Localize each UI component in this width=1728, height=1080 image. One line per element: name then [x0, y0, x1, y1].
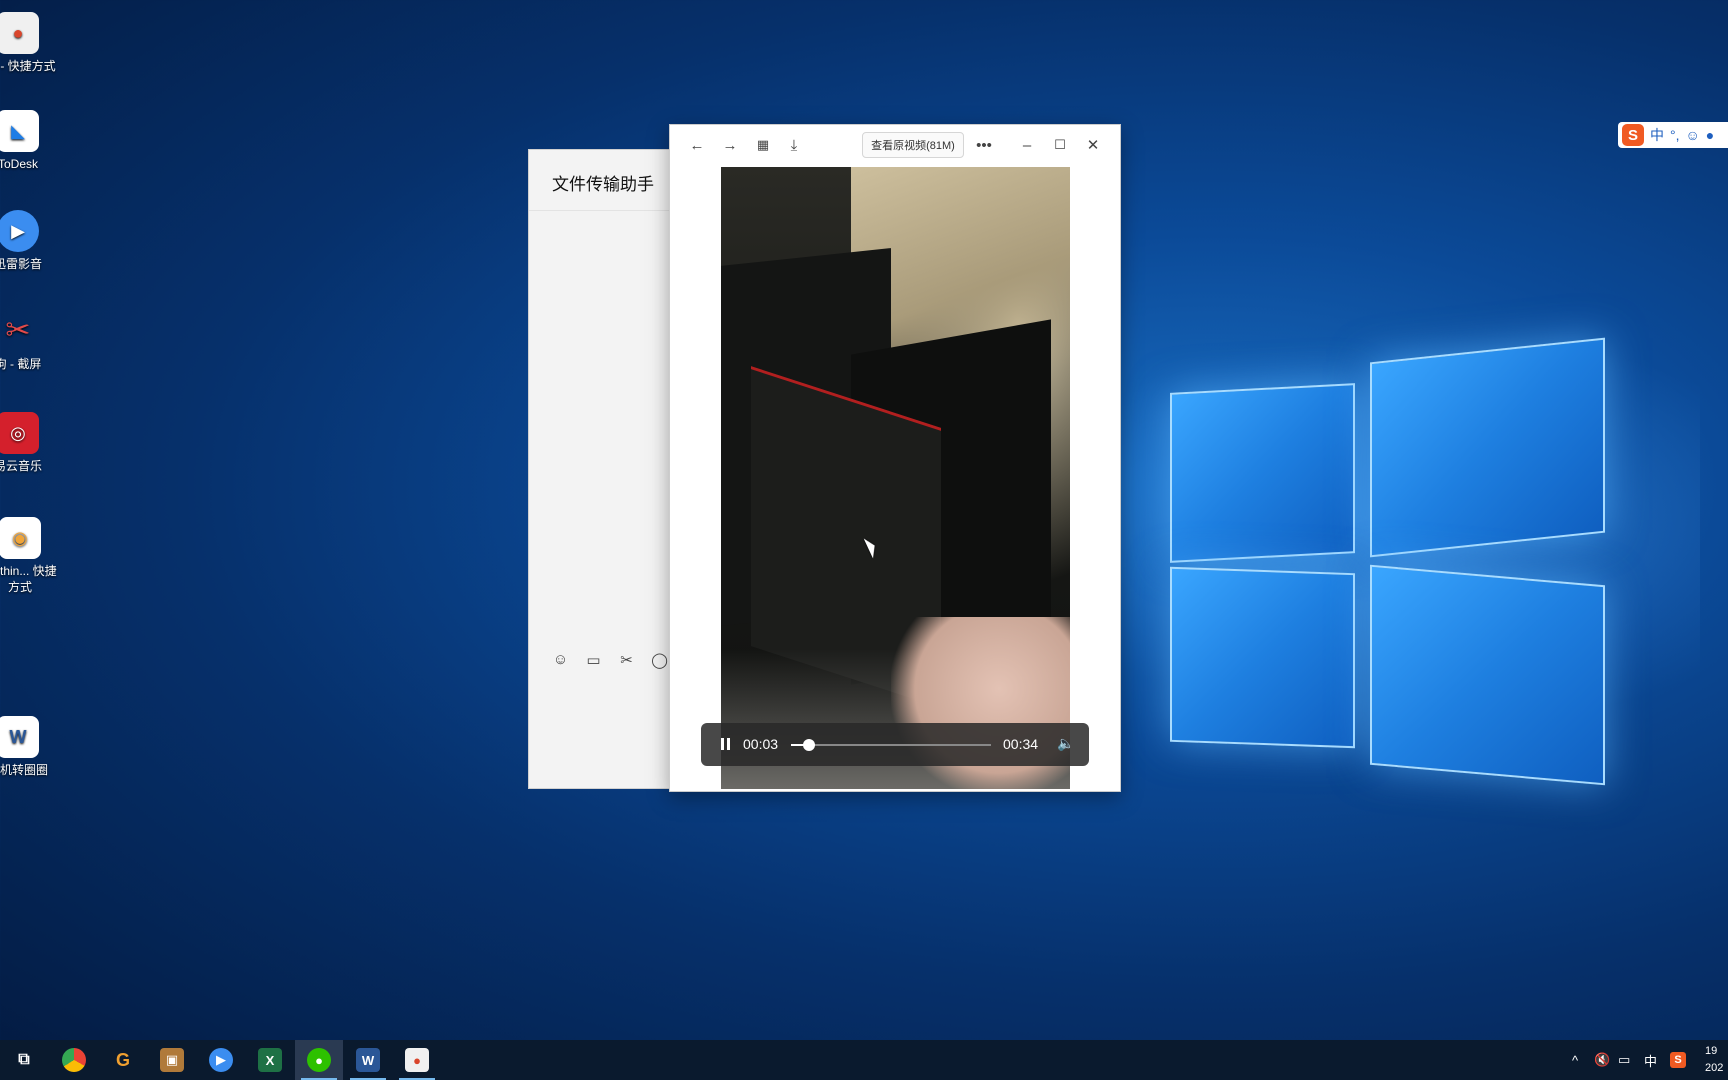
duration: 00:34 — [1003, 736, 1039, 752]
desktop-icon-label: am - 快捷方式 — [0, 59, 56, 73]
smiley-icon[interactable]: ☺ — [1686, 127, 1700, 143]
g-app-icon: G — [115, 1049, 130, 1070]
taskbar-xunlei[interactable]: ▶ — [197, 1040, 245, 1080]
more-icon[interactable]: ••• — [973, 135, 995, 155]
maximize-icon[interactable]: ☐ — [1049, 135, 1071, 155]
desktop-icon-label: 迅雷影音 — [0, 257, 42, 271]
close-icon[interactable]: ✕ — [1082, 135, 1104, 155]
back-arrow-icon[interactable]: ← — [686, 135, 708, 155]
ime-punct[interactable]: °, — [1670, 127, 1680, 143]
progress-knob[interactable] — [802, 739, 815, 751]
desktop-icon-xunlei-player[interactable]: ▶ 迅雷影音 — [0, 210, 58, 272]
chat-bubble-icon[interactable]: ◯ — [650, 650, 669, 669]
desktop-icon-label: 开机转圈圈 — [0, 763, 48, 777]
word-document-icon: W — [0, 716, 39, 758]
windows-logo — [1150, 330, 1630, 790]
grid-icon[interactable]: ▦ — [752, 135, 774, 155]
chat-window: 文件传输助手 ☺ ▭ ✂ ◯ — [528, 149, 673, 789]
excel-icon: X — [258, 1048, 282, 1072]
tray-lang[interactable]: 中 — [1644, 1040, 1657, 1080]
taskbar-chrome[interactable] — [50, 1040, 98, 1080]
task-view-button[interactable]: ⧉ — [0, 1040, 48, 1080]
desktop-icon-word-doc[interactable]: W 开机转圈圈 — [0, 716, 58, 778]
app-shortcut-icon: ● — [0, 12, 39, 54]
camtasia-icon: ● — [405, 1048, 429, 1072]
video-frame[interactable] — [721, 167, 1070, 789]
mic-icon[interactable]: ● — [1706, 127, 1714, 143]
chat-divider — [529, 210, 672, 211]
desktop-icon-label: erythin... 快捷方式 — [0, 564, 57, 594]
scissors-icon: ✂ — [5, 314, 31, 347]
task-view-icon: ⧉ — [18, 1051, 30, 1068]
mute-icon[interactable]: 🔇 — [1594, 1040, 1610, 1080]
chat-title: 文件传输助手 — [552, 175, 654, 194]
desktop-icon-netease-music[interactable]: ◎ 易云音乐 — [0, 412, 58, 474]
scissors-icon[interactable]: ✂ — [617, 650, 636, 669]
sogou-tray-icon[interactable]: S — [1670, 1040, 1686, 1080]
current-time: 00:03 — [743, 736, 779, 752]
view-original-video-button[interactable]: 查看原视频(81M) — [862, 132, 964, 158]
video-controls: 00:03 00:34 🔈 — [701, 723, 1089, 766]
word-icon: W — [356, 1048, 380, 1072]
minimize-icon[interactable]: – — [1016, 135, 1038, 155]
chat-toolbar: ☺ ▭ ✂ ◯ — [551, 650, 669, 669]
download-icon[interactable]: ⤓ — [783, 135, 805, 155]
forward-arrow-icon[interactable]: → — [719, 135, 741, 155]
todesk-icon: ◣ — [0, 110, 39, 152]
clock[interactable]: 19 202 — [1705, 1043, 1723, 1077]
clock-time: 19 — [1705, 1045, 1718, 1057]
netease-music-icon: ◎ — [0, 412, 39, 454]
taskbar-word[interactable]: W — [344, 1040, 392, 1080]
ime-mode[interactable]: 中 — [1650, 125, 1664, 145]
network-icon[interactable]: ▭ — [1618, 1040, 1630, 1080]
taskbar-package[interactable]: ▣ — [148, 1040, 196, 1080]
pause-icon[interactable] — [721, 738, 731, 750]
desktop-icon-label: 狗 - 截屏 — [0, 357, 42, 371]
taskbar-wechat[interactable]: ● — [295, 1040, 343, 1080]
desktop-icon-todesk[interactable]: ◣ ToDesk — [0, 110, 58, 172]
viewer-toolbar: ← → ▦ ⤓ 查看原视频(81M) ••• – ☐ ✕ — [670, 125, 1120, 165]
folder-icon[interactable]: ▭ — [584, 650, 603, 669]
progress-track[interactable] — [791, 739, 991, 751]
clock-date: 202 — [1705, 1062, 1724, 1074]
desktop-icon-label: 易云音乐 — [0, 459, 42, 473]
taskbar: ⧉ G ▣ ▶ X ● W ● ^ 🔇 ▭ 中 S 19 202 — [0, 1040, 1728, 1080]
emoji-icon[interactable]: ☺ — [551, 650, 570, 669]
sogou-icon: S — [1622, 124, 1644, 146]
taskbar-camtasia[interactable]: ● — [393, 1040, 441, 1080]
desktop-icon-screenshot[interactable]: ✂ 狗 - 截屏 — [0, 310, 58, 372]
chrome-icon — [62, 1048, 86, 1072]
everything-icon: ◉ — [0, 517, 41, 559]
volume-icon[interactable]: 🔈 — [1057, 735, 1075, 753]
chevron-up-icon[interactable]: ^ — [1572, 1040, 1578, 1080]
ime-toolbar[interactable]: S 中 °, ☺ ● — [1618, 122, 1728, 148]
package-icon: ▣ — [160, 1048, 184, 1072]
wechat-icon: ● — [307, 1048, 331, 1072]
xunlei-player-icon: ▶ — [0, 210, 39, 252]
taskbar-excel[interactable]: X — [246, 1040, 294, 1080]
taskbar-g-app[interactable]: G — [99, 1040, 147, 1080]
desktop-icon-label: ToDesk — [0, 157, 38, 171]
video-viewer-window: ← → ▦ ⤓ 查看原视频(81M) ••• – ☐ ✕ — [669, 124, 1121, 792]
desktop-icon-app-shortcut[interactable]: ● am - 快捷方式 — [0, 12, 58, 74]
xunlei-icon: ▶ — [209, 1048, 233, 1072]
desktop-icon-everything[interactable]: ◉ erythin... 快捷方式 — [0, 517, 62, 595]
